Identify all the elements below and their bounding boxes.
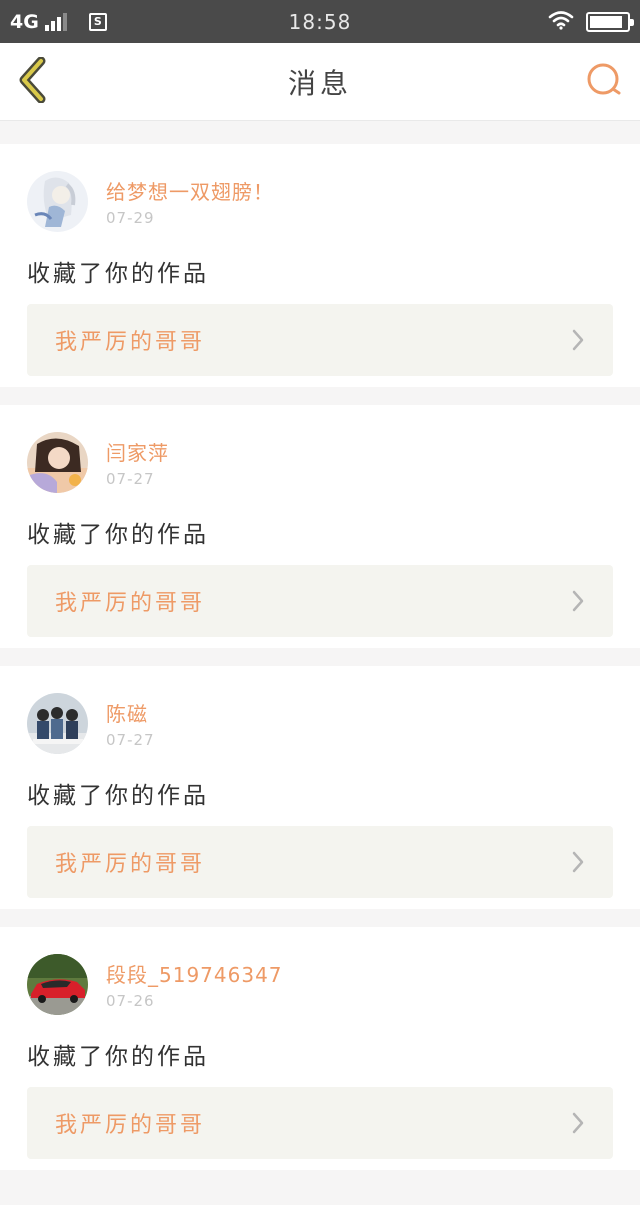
- work-link[interactable]: 我严厉的哥哥: [27, 565, 613, 637]
- search-button[interactable]: [570, 43, 640, 121]
- status-left: 4G S: [10, 11, 107, 33]
- message-card: 段段_519746347 07-26 收藏了你的作品 我严厉的哥哥: [0, 927, 640, 1170]
- work-title: 我严厉的哥哥: [55, 1113, 206, 1138]
- username-link[interactable]: 给梦想一双翅膀！: [106, 176, 274, 205]
- message-meta: 给梦想一双翅膀！ 07-29: [106, 176, 274, 227]
- message-date: 07-27: [106, 469, 155, 488]
- status-bar: 4G S 18:58: [0, 0, 640, 43]
- action-text: 收藏了你的作品: [27, 261, 209, 287]
- action-text: 收藏了你的作品: [27, 1044, 209, 1070]
- avatar[interactable]: [27, 692, 88, 754]
- work-title: 我严厉的哥哥: [55, 591, 206, 616]
- action-text: 收藏了你的作品: [27, 783, 209, 809]
- avatar[interactable]: [27, 431, 88, 493]
- nav-bar: 消息: [0, 43, 640, 121]
- work-title: 我严厉的哥哥: [55, 330, 206, 355]
- chevron-right-icon: [571, 589, 585, 613]
- chevron-right-icon: [571, 328, 585, 352]
- chevron-right-icon: [571, 850, 585, 874]
- message-card: 给梦想一双翅膀！ 07-29 收藏了你的作品 我严厉的哥哥: [0, 144, 640, 387]
- battery-level: [590, 15, 623, 28]
- message-card: 闫家萍 07-27 收藏了你的作品 我严厉的哥哥: [0, 405, 640, 648]
- username-link[interactable]: 段段_519746347: [106, 959, 283, 988]
- message-header: 给梦想一双翅膀！ 07-29: [27, 170, 613, 232]
- wifi-icon: [548, 10, 574, 34]
- message-card: 陈磁 07-27 收藏了你的作品 我严厉的哥哥: [0, 666, 640, 909]
- action-text: 收藏了你的作品: [27, 522, 209, 548]
- message-date: 07-26: [106, 991, 155, 1010]
- message-header: 闫家萍 07-27: [27, 431, 613, 493]
- sim-icon: S: [88, 12, 107, 31]
- avatar[interactable]: [27, 953, 88, 1015]
- message-meta: 闫家萍 07-27: [106, 437, 169, 488]
- back-button[interactable]: [0, 43, 64, 121]
- status-right: [548, 10, 634, 34]
- work-link[interactable]: 我严厉的哥哥: [27, 1087, 613, 1159]
- username-link[interactable]: 闫家萍: [106, 437, 169, 466]
- battery-icon: [586, 11, 634, 32]
- chevron-right-icon: [571, 1111, 585, 1135]
- message-date: 07-27: [106, 730, 155, 749]
- message-list: 给梦想一双翅膀！ 07-29 收藏了你的作品 我严厉的哥哥 闫家萍 07-27 …: [0, 121, 640, 1170]
- signal-icon: [44, 12, 67, 31]
- username-link[interactable]: 陈磁: [106, 698, 155, 727]
- chevron-left-icon: [16, 56, 48, 107]
- work-link[interactable]: 我严厉的哥哥: [27, 304, 613, 376]
- page-title: 消息: [287, 66, 352, 100]
- search-icon: [586, 62, 624, 102]
- message-meta: 陈磁 07-27: [106, 698, 155, 749]
- work-link[interactable]: 我严厉的哥哥: [27, 826, 613, 898]
- message-meta: 段段_519746347 07-26: [106, 959, 283, 1010]
- network-type: 4G: [10, 10, 39, 33]
- message-date: 07-29: [106, 208, 155, 227]
- avatar[interactable]: [27, 170, 88, 232]
- message-header: 陈磁 07-27: [27, 692, 613, 754]
- work-title: 我严厉的哥哥: [55, 852, 206, 877]
- message-header: 段段_519746347 07-26: [27, 953, 613, 1015]
